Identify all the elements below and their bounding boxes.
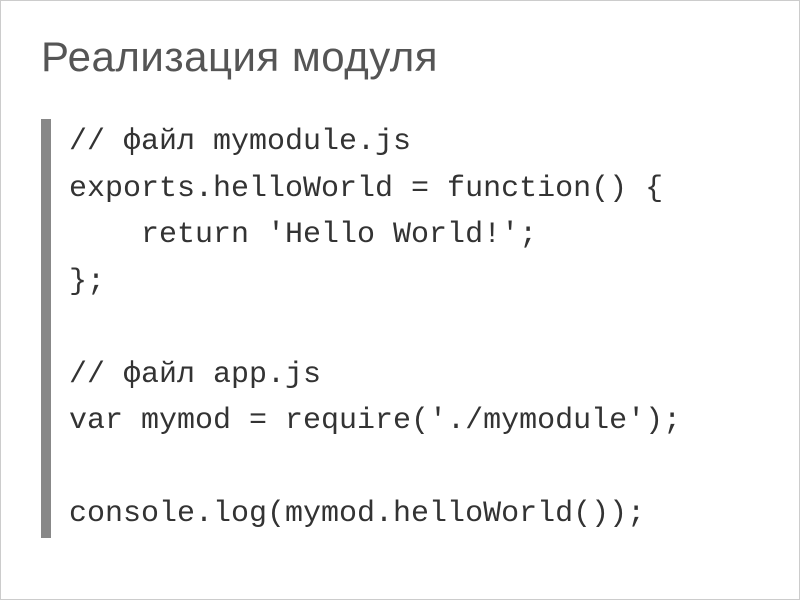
code-line: exports.helloWorld = function() { [69,172,663,206]
code-line: }; [69,265,105,299]
code-line: var mymod = require('./mymodule'); [69,404,681,438]
code-block: // файл mymodule.js exports.helloWorld =… [41,119,759,538]
code-line: return 'Hello World!'; [69,218,537,252]
slide-container: Реализация модуля // файл mymodule.js ex… [0,0,800,600]
code-line: console.log(mymod.helloWorld()); [69,497,645,531]
code-line: // файл app.js [69,358,321,392]
code-line: // файл mymodule.js [69,125,411,159]
slide-title: Реализация модуля [41,33,759,81]
